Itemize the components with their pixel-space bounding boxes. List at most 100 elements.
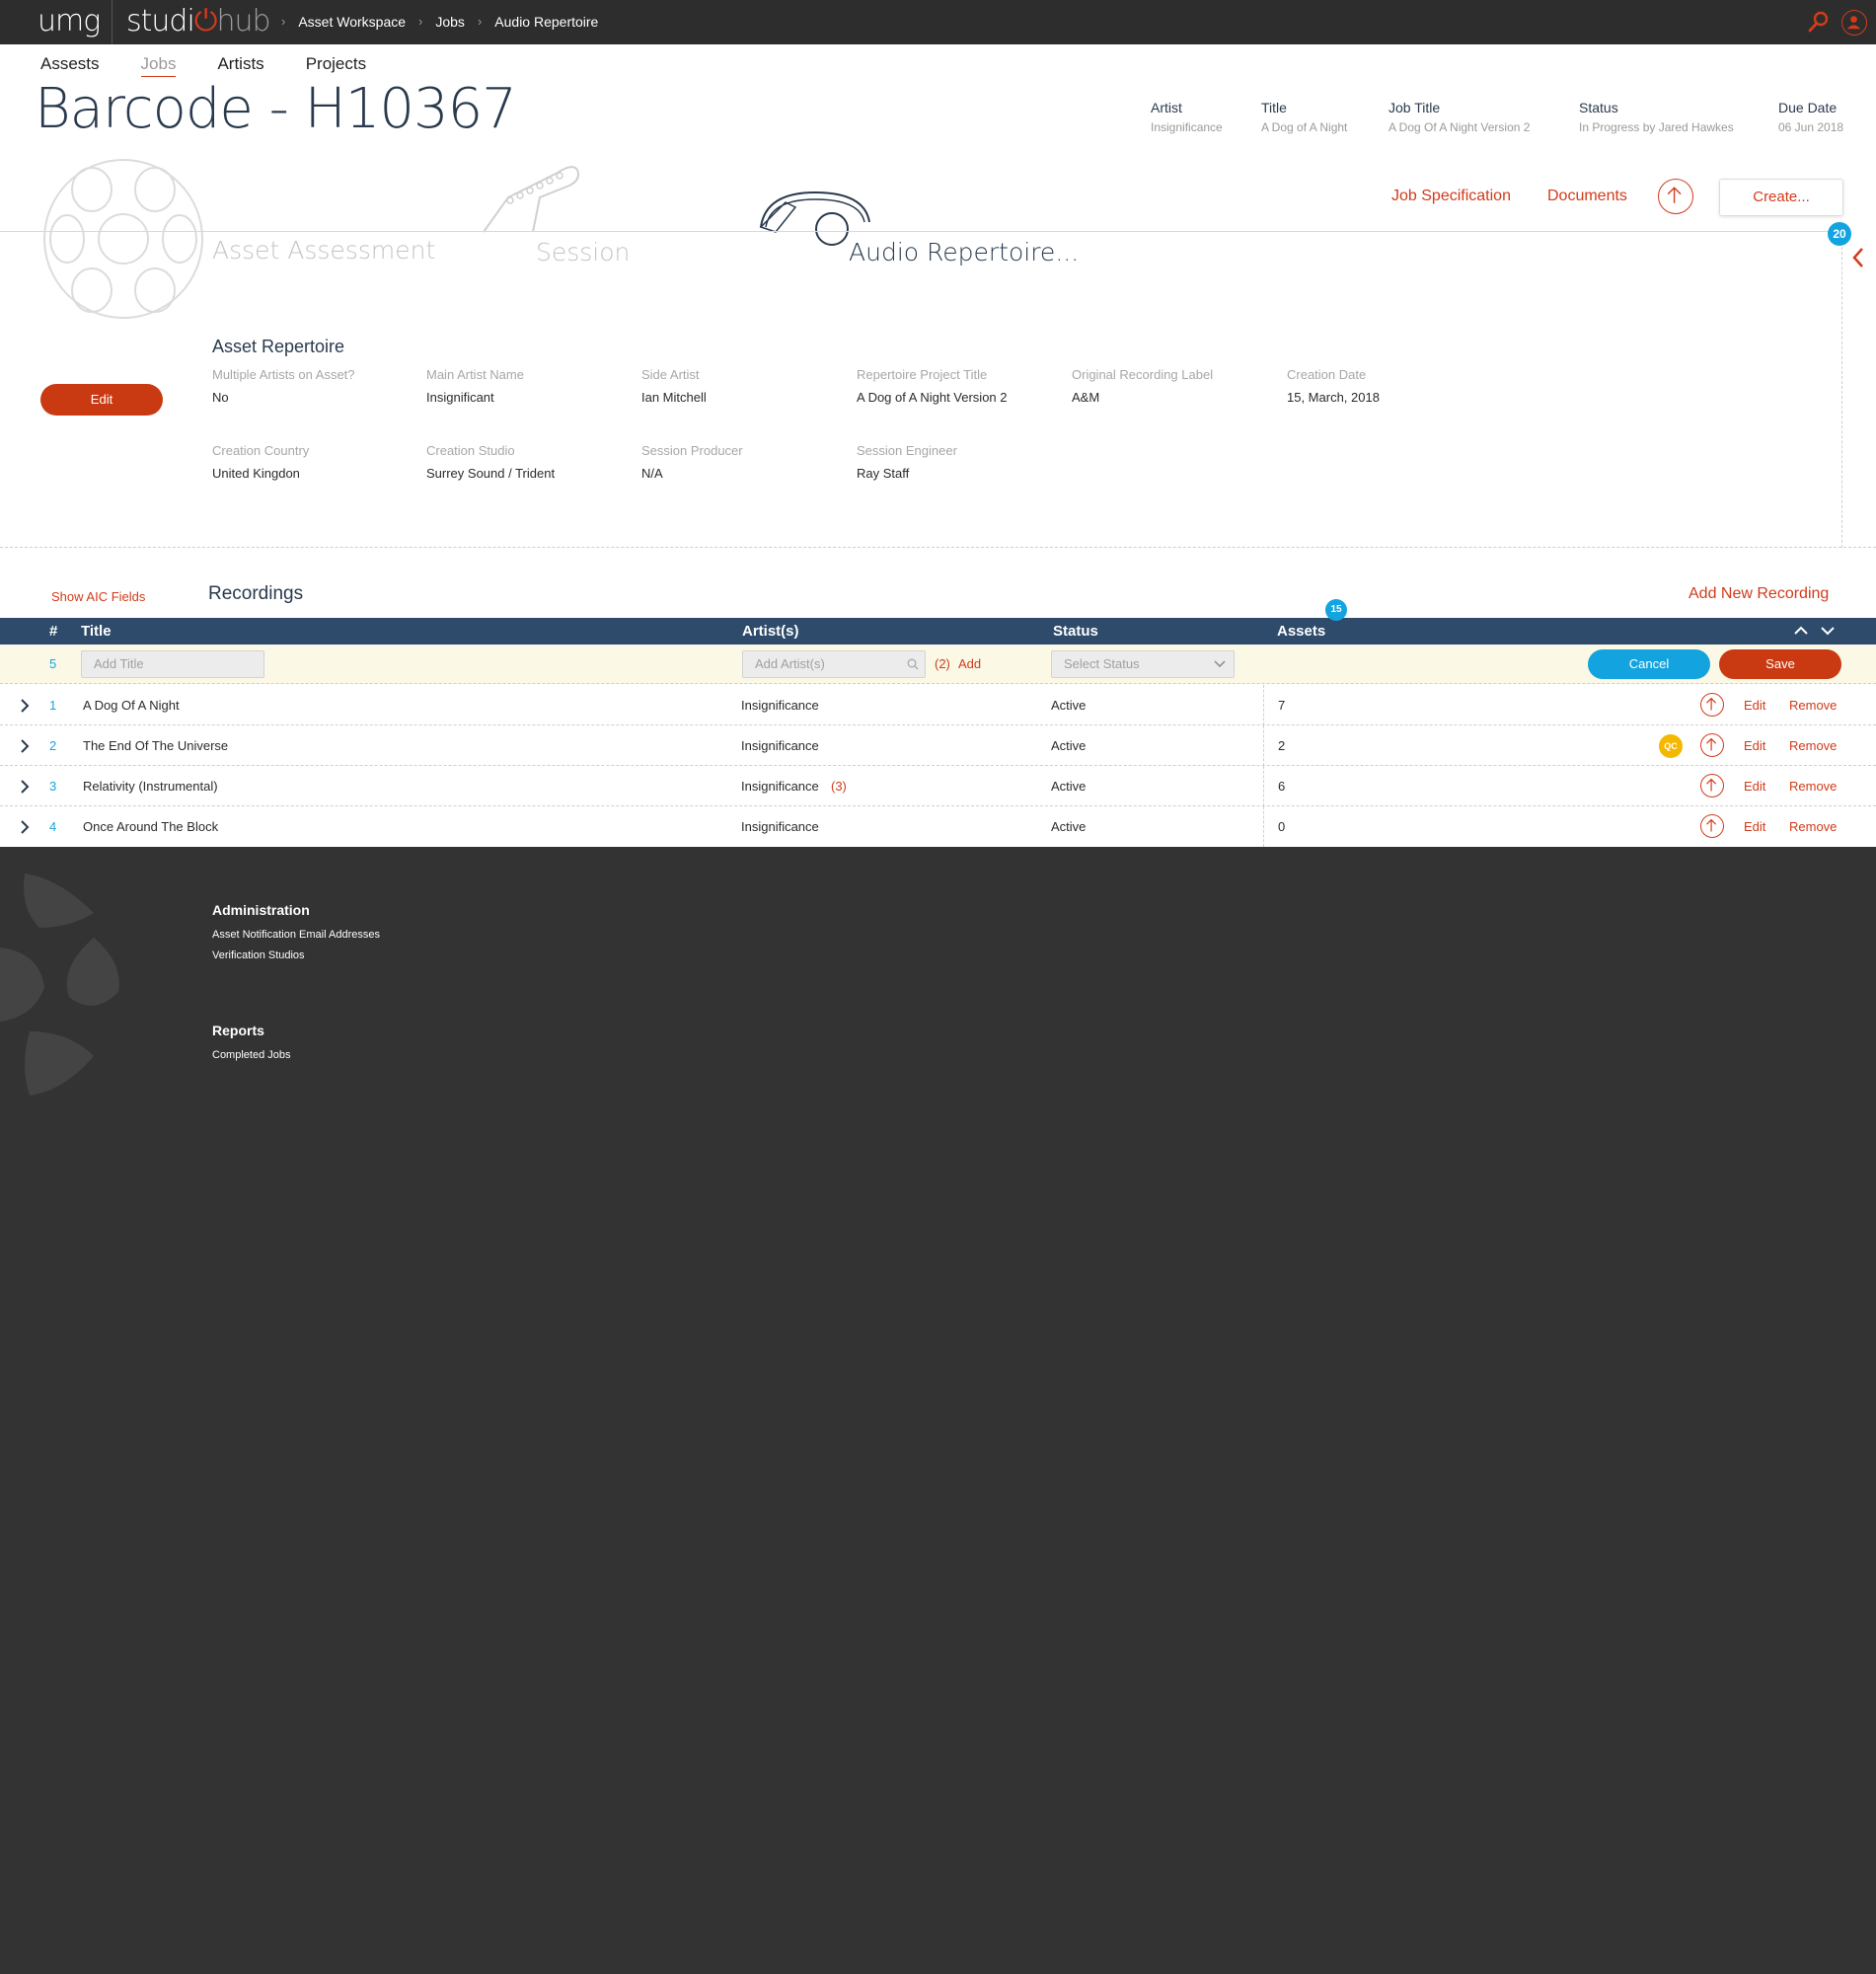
footer-reports-title: Reports [212, 1023, 264, 1038]
col-artists[interactable]: Artist(s) [742, 623, 799, 640]
field-value: Ray Staff [857, 466, 910, 481]
step-audio-repertoire[interactable]: Audio Repertoire... [849, 238, 1079, 266]
footer-admin-title: Administration [212, 902, 310, 918]
new-recording-row: 5 Add Title Add Artist(s) (2) Add Select… [0, 645, 1876, 684]
save-button[interactable]: Save [1719, 649, 1841, 679]
step-session[interactable]: Session [536, 238, 630, 266]
table-row[interactable]: 4 Once Around The Block Insignificance A… [0, 806, 1876, 847]
nav-item-projects[interactable]: Projects [306, 54, 366, 77]
meta-value: A Dog of A Night [1261, 120, 1348, 134]
field-multiple-artists: Multiple Artists on Asset? No [212, 367, 419, 405]
table-row[interactable]: 1 A Dog Of A Night Insignificance Active… [0, 685, 1876, 725]
edit-button[interactable]: Edit [40, 384, 163, 416]
upload-button[interactable] [1700, 733, 1724, 757]
col-assets[interactable]: Assets [1277, 623, 1325, 640]
breadcrumb-audio-repertoire[interactable]: Audio Repertoire [494, 14, 598, 30]
main-panel: Assests Jobs Artists Projects Barcode - … [0, 44, 1876, 847]
col-title[interactable]: Title [81, 623, 112, 640]
footer-link-completed-jobs[interactable]: Completed Jobs [212, 1049, 291, 1061]
chevron-right-icon[interactable] [20, 738, 30, 754]
row-edit-link[interactable]: Edit [1744, 738, 1765, 753]
logo-hub-text: hub [216, 4, 271, 38]
meta-value: 06 Jun 2018 [1778, 120, 1844, 134]
row-remove-link[interactable]: Remove [1789, 738, 1837, 753]
title-input[interactable]: Add Title [81, 650, 264, 678]
field-value: A&M [1072, 390, 1100, 405]
field-label: Side Artist [641, 367, 700, 382]
status-select[interactable]: Select Status [1051, 650, 1235, 678]
add-new-recording-link[interactable]: Add New Recording [1688, 585, 1829, 603]
show-aic-fields-link[interactable]: Show AIC Fields [51, 589, 145, 604]
chevron-left-icon[interactable] [1850, 246, 1866, 269]
qc-badge[interactable]: QC [1659, 734, 1683, 758]
create-button[interactable]: Create... [1719, 179, 1843, 216]
row-edit-link[interactable]: Edit [1744, 819, 1765, 834]
arrow-up-icon [1706, 697, 1717, 711]
footer-link-verification-studios[interactable]: Verification Studios [212, 949, 305, 961]
row-edit-link[interactable]: Edit [1744, 779, 1765, 794]
breadcrumb-jobs[interactable]: Jobs [435, 14, 465, 30]
row-remove-link[interactable]: Remove [1789, 819, 1837, 834]
umg-logo[interactable]: umg [38, 4, 101, 38]
row-status: Active [1051, 779, 1087, 794]
row-artist: Insignificance [741, 738, 819, 753]
chevron-down-icon[interactable] [1820, 625, 1836, 637]
assets-count-badge: 15 [1325, 599, 1347, 621]
add-artist-link[interactable]: Add [958, 656, 981, 671]
table-row[interactable]: 2 The End Of The Universe Insignificance… [0, 725, 1876, 766]
field-label: Session Engineer [857, 443, 957, 458]
studiohub-logo[interactable]: studi⏻hub [126, 4, 271, 38]
row-edit-link[interactable]: Edit [1744, 698, 1765, 713]
chevron-right-icon[interactable] [20, 698, 30, 714]
upload-button[interactable] [1700, 774, 1724, 797]
artist-search-input[interactable]: Add Artist(s) [742, 650, 926, 678]
row-remove-link[interactable]: Remove [1789, 779, 1837, 794]
step-asset-assessment[interactable]: Asset Assessment [212, 236, 435, 265]
documents-link[interactable]: Documents [1547, 188, 1627, 205]
breadcrumb-asset-workspace[interactable]: Asset Workspace [298, 14, 406, 30]
row-artist-count[interactable]: (3) [831, 779, 847, 794]
job-specification-link[interactable]: Job Specification [1391, 188, 1511, 205]
field-value: Ian Mitchell [641, 390, 707, 405]
chevron-right-icon: › [281, 14, 286, 29]
row-artist: Insignificance [741, 779, 819, 794]
row-remove-link[interactable]: Remove [1789, 698, 1837, 713]
row-title: Relativity (Instrumental) [83, 779, 218, 794]
nav-item-assests[interactable]: Assests [40, 54, 100, 77]
row-status: Active [1051, 738, 1087, 753]
row-number: 1 [49, 698, 57, 713]
chevron-right-icon[interactable] [20, 819, 30, 835]
field-main-artist: Main Artist Name Insignificant [426, 367, 634, 405]
assets-cell-divider [1263, 766, 1264, 806]
nav-item-jobs[interactable]: Jobs [140, 54, 177, 77]
divider [0, 231, 1842, 232]
row-number: 4 [49, 819, 57, 834]
upload-button[interactable] [1700, 814, 1724, 838]
notification-badge[interactable]: 20 [1828, 222, 1851, 246]
field-value: N/A [641, 466, 663, 481]
user-icon[interactable] [1841, 10, 1867, 36]
chevron-up-icon[interactable] [1793, 625, 1809, 637]
arrow-up-icon [1706, 737, 1717, 751]
status-select-placeholder: Select Status [1064, 656, 1140, 671]
field-label: Creation Date [1287, 367, 1367, 382]
cancel-button[interactable]: Cancel [1588, 649, 1710, 679]
field-label: Session Producer [641, 443, 743, 458]
nav-item-artists[interactable]: Artists [217, 54, 263, 77]
chevron-down-icon [1214, 660, 1226, 668]
meta-label: Status [1579, 100, 1618, 115]
upload-button[interactable] [1658, 179, 1693, 214]
search-icon[interactable] [1808, 11, 1830, 33]
table-row[interactable]: 3 Relativity (Instrumental) Insignifican… [0, 766, 1876, 806]
logo-studio-text: studi [126, 4, 195, 38]
field-creation-studio: Creation Studio Surrey Sound / Trident [426, 443, 634, 481]
meta-value: In Progress by Jared Hawkes [1579, 120, 1734, 134]
field-label: Original Recording Label [1072, 367, 1214, 382]
field-value: A Dog of A Night Version 2 [857, 390, 1008, 405]
upload-button[interactable] [1700, 693, 1724, 717]
chevron-right-icon[interactable] [20, 779, 30, 795]
page-title: Barcode - H10367 [35, 77, 517, 141]
meta-job-title: Job Title A Dog Of A Night Version 2 [1388, 100, 1530, 134]
footer-link-email-addresses[interactable]: Asset Notification Email Addresses [212, 929, 380, 941]
col-status[interactable]: Status [1053, 623, 1098, 640]
